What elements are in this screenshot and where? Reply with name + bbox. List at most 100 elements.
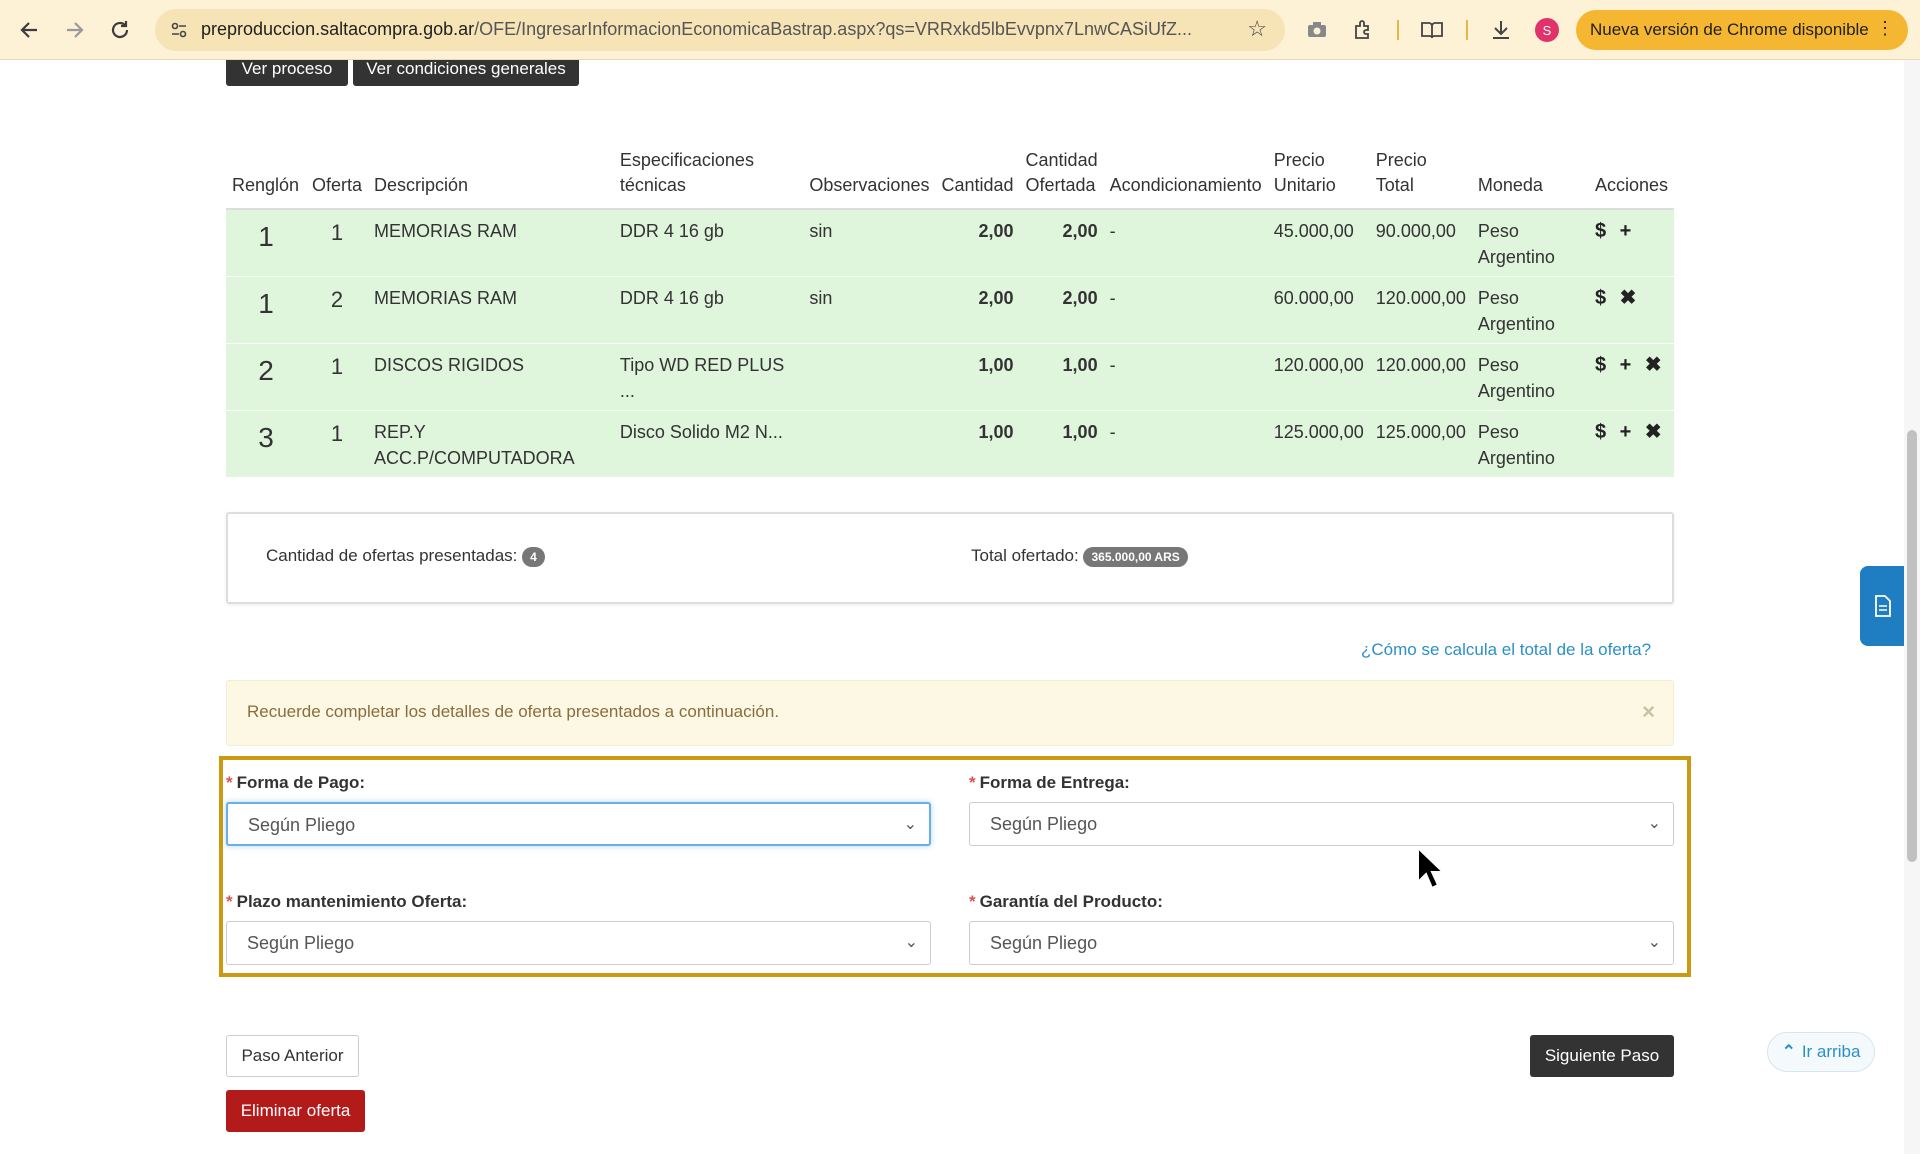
cell-precio-total: 120.000,00: [1369, 343, 1472, 411]
more-menu-icon[interactable]: ⋮: [1876, 18, 1894, 39]
cell-precio-unitario: 125.000,00: [1267, 410, 1370, 477]
camera-icon[interactable]: [1303, 16, 1331, 44]
garantia-label-text: Garantía del Producto:: [979, 892, 1163, 911]
alert-close-icon[interactable]: ×: [1642, 699, 1655, 725]
url-path: /OFE/IngresarInformacionEconomicaBastrap…: [474, 19, 1192, 39]
cell-precio-total: 120.000,00: [1369, 276, 1472, 344]
total-help-link[interactable]: ¿Cómo se calcula el total de la oferta?: [1361, 640, 1651, 660]
site-settings-icon[interactable]: [167, 18, 191, 42]
plazo-select[interactable]: Según Pliego ⌄: [226, 921, 931, 965]
required-mark: *: [969, 773, 976, 792]
col-precio-total-line1: Precio: [1375, 150, 1427, 170]
cell-precio-unitario: 45.000,00: [1267, 208, 1370, 277]
forma-pago-value: Según Pliego: [248, 815, 356, 835]
address-bar[interactable]: preproduccion.saltacompra.gob.ar/OFE/Ing…: [155, 9, 1285, 51]
mouse-cursor-icon: [1416, 845, 1446, 895]
offer-total-badge: 365.000,00 ARS: [1083, 546, 1188, 567]
offer-count-badge: 4: [522, 546, 545, 567]
chrome-update-button[interactable]: Nueva versión de Chrome disponible ⋮: [1576, 10, 1908, 50]
offer-count-label: Cantidad de ofertas presentadas:: [266, 546, 518, 565]
col-cantidad-ofertada-line2: Ofertada: [1025, 175, 1096, 195]
cell-cantidad-ofertada: 2,00: [1019, 208, 1104, 277]
cell-renglon: 3: [226, 410, 306, 477]
cell-moneda: Peso Argentino: [1471, 343, 1589, 411]
garantia-value: Según Pliego: [990, 933, 1098, 953]
cell-acondicionamiento: -: [1103, 410, 1268, 477]
cell-precio-unitario: 60.000,00: [1267, 276, 1370, 344]
cell-especificaciones: DDR 4 16 gb: [613, 208, 804, 277]
cell-oferta: 1: [305, 410, 368, 477]
ver-condiciones-button[interactable]: Ver condiciones generales: [353, 60, 579, 86]
cell-oferta: 2: [305, 276, 368, 344]
cell-renglon: 1: [226, 276, 306, 344]
cell-renglon: 2: [226, 343, 306, 411]
cell-descripcion: REP.Y ACC.P/COMPUTADORA: [368, 410, 614, 477]
plazo-label: * Plazo mantenimiento Oferta:: [226, 892, 467, 912]
required-mark: *: [969, 892, 976, 911]
ir-arriba-button[interactable]: ⌃ Ir arriba: [1767, 1032, 1875, 1072]
back-arrow-icon[interactable]: [11, 12, 47, 48]
row-actions[interactable]: $ ✖: [1588, 276, 1674, 344]
col-cantidad-ofertada-line1: Cantidad: [1025, 150, 1098, 170]
cell-renglon: 1: [226, 208, 306, 277]
row-actions[interactable]: $ + ✖: [1588, 410, 1674, 477]
required-mark: *: [226, 892, 233, 911]
col-descripcion: Descripción: [368, 142, 614, 210]
cell-oferta: 1: [305, 343, 368, 411]
chevron-down-icon: ⌄: [1647, 815, 1661, 832]
forma-pago-select[interactable]: Según Pliego ⌄: [226, 802, 931, 846]
download-icon[interactable]: [1487, 16, 1515, 44]
col-moneda: Moneda: [1471, 142, 1589, 210]
cell-acondicionamiento: -: [1103, 343, 1268, 411]
cell-cantidad-ofertada: 2,00: [1019, 276, 1104, 344]
row-actions[interactable]: $ + ✖: [1588, 343, 1674, 411]
col-cantidad: Cantidad: [935, 142, 1020, 210]
cell-acondicionamiento: -: [1103, 276, 1268, 344]
cell-cantidad: 2,00: [935, 276, 1020, 344]
document-icon: [1875, 595, 1891, 617]
offer-summary-panel: Cantidad de ofertas presentadas: 4 Total…: [226, 512, 1674, 604]
cell-precio-total: 90.000,00: [1369, 208, 1472, 277]
browser-toolbar: preproduccion.saltacompra.gob.ar/OFE/Ing…: [0, 0, 1920, 60]
profile-avatar[interactable]: S: [1535, 18, 1559, 42]
cell-descripcion: MEMORIAS RAM: [368, 276, 614, 344]
table-header-row: Renglón Oferta Descripción Especificacio…: [226, 142, 1674, 210]
forma-entrega-label-text: Forma de Entrega:: [979, 773, 1130, 792]
chevron-down-icon: ⌄: [1647, 934, 1661, 951]
required-mark: *: [226, 773, 233, 792]
col-acondicionamiento: Acondicionamiento: [1103, 142, 1268, 210]
paso-anterior-button[interactable]: Paso Anterior: [226, 1035, 359, 1077]
forma-entrega-label: * Forma de Entrega:: [969, 773, 1130, 793]
bookmark-star-icon[interactable]: ☆: [1247, 16, 1267, 42]
extensions-icon[interactable]: [1349, 16, 1377, 44]
forma-entrega-select[interactable]: Según Pliego ⌄: [969, 802, 1674, 846]
offer-total-label: Total ofertado:: [971, 546, 1079, 565]
table-row: 2 1 DISCOS RIGIDOS Tipo WD RED PLUS ... …: [226, 343, 1674, 411]
scrollbar-thumb[interactable]: [1907, 430, 1917, 862]
document-side-tab[interactable]: [1860, 566, 1906, 646]
forma-entrega-value: Según Pliego: [990, 814, 1098, 834]
cell-observaciones: [803, 343, 936, 411]
eliminar-oferta-button[interactable]: Eliminar oferta: [226, 1090, 365, 1132]
offer-count: Cantidad de ofertas presentadas: 4: [266, 546, 545, 567]
reload-icon[interactable]: [102, 12, 138, 48]
garantia-label: * Garantía del Producto:: [969, 892, 1163, 912]
cell-cantidad: 1,00: [935, 343, 1020, 411]
forward-arrow-icon[interactable]: [57, 12, 93, 48]
offer-total: Total ofertado: 365.000,00 ARS: [971, 546, 1188, 567]
col-precio-total-line2: Total: [1375, 175, 1414, 195]
ir-arriba-label: Ir arriba: [1801, 1042, 1861, 1061]
chevron-down-icon: ⌄: [903, 816, 917, 833]
url-text: preproduccion.saltacompra.gob.ar/OFE/Ing…: [201, 19, 1231, 40]
garantia-select[interactable]: Según Pliego ⌄: [969, 921, 1674, 965]
cell-cantidad: 2,00: [935, 208, 1020, 277]
ver-proceso-button[interactable]: Ver proceso: [226, 60, 348, 86]
siguiente-paso-button[interactable]: Siguiente Paso: [1530, 1035, 1674, 1077]
table-row: 1 2 MEMORIAS RAM DDR 4 16 gb sin 2,00 2,…: [226, 276, 1674, 344]
reading-mode-icon[interactable]: [1418, 16, 1446, 44]
cell-cantidad: 1,00: [935, 410, 1020, 477]
cell-cantidad-ofertada: 1,00: [1019, 410, 1104, 477]
row-actions[interactable]: $ +: [1588, 208, 1674, 277]
cell-especificaciones: Disco Solido M2 N...: [613, 410, 804, 477]
col-especificaciones-line1: Especificaciones: [619, 150, 754, 170]
